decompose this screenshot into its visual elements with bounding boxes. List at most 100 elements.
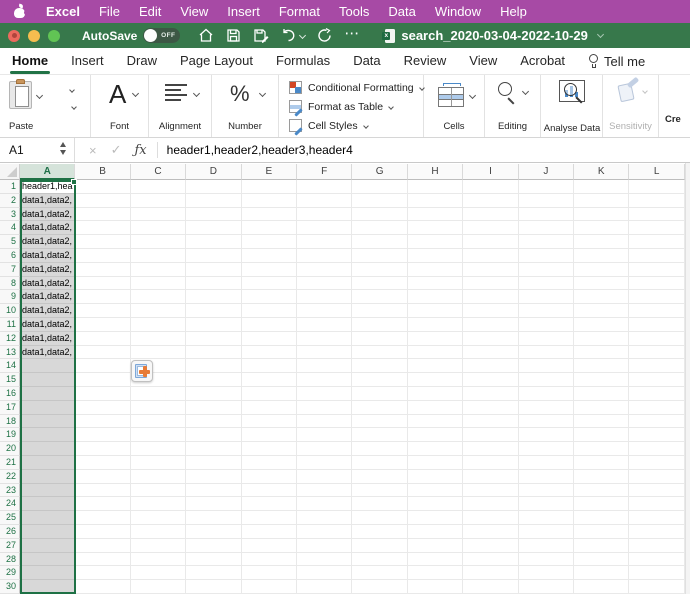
cell-H26[interactable] [408, 525, 463, 539]
cell-E6[interactable] [242, 249, 297, 263]
cell-J21[interactable] [519, 456, 574, 470]
cell-J8[interactable] [519, 277, 574, 291]
cell-K21[interactable] [574, 456, 629, 470]
cell-K19[interactable] [574, 428, 629, 442]
cell-H17[interactable] [408, 401, 463, 415]
menu-window[interactable]: Window [435, 4, 481, 19]
cell-G21[interactable] [352, 456, 407, 470]
cell-L14[interactable] [629, 359, 684, 373]
cell-F11[interactable] [297, 318, 352, 332]
row-header-6[interactable]: 6 [0, 249, 20, 263]
cell-A17[interactable] [20, 401, 75, 415]
cell-G3[interactable] [352, 208, 407, 222]
fullscreen-button[interactable] [48, 30, 60, 42]
cell-K6[interactable] [574, 249, 629, 263]
cell-I14[interactable] [463, 359, 518, 373]
cell-E30[interactable] [242, 580, 297, 594]
row-header-22[interactable]: 22 [0, 470, 20, 484]
cell-C5[interactable] [131, 235, 186, 249]
column-header-A[interactable]: A [20, 164, 75, 180]
row-header-20[interactable]: 20 [0, 442, 20, 456]
cell-E21[interactable] [242, 456, 297, 470]
cell-H25[interactable] [408, 511, 463, 525]
cell-B21[interactable] [75, 456, 130, 470]
cell-A21[interactable] [20, 456, 75, 470]
cell-I3[interactable] [463, 208, 518, 222]
cell-D19[interactable] [186, 428, 241, 442]
cell-H1[interactable] [408, 180, 463, 194]
row-header-13[interactable]: 13 [0, 346, 20, 360]
cell-C10[interactable] [131, 304, 186, 318]
cell-D15[interactable] [186, 373, 241, 387]
cell-G23[interactable] [352, 484, 407, 498]
cell-B11[interactable] [75, 318, 130, 332]
cell-I8[interactable] [463, 277, 518, 291]
cell-E2[interactable] [242, 194, 297, 208]
cell-H28[interactable] [408, 553, 463, 567]
cell-K11[interactable] [574, 318, 629, 332]
cell-L6[interactable] [629, 249, 684, 263]
cell-F25[interactable] [297, 511, 352, 525]
cell-J17[interactable] [519, 401, 574, 415]
cells-group[interactable]: Cells [424, 75, 485, 137]
cell-I16[interactable] [463, 387, 518, 401]
cell-C20[interactable] [131, 442, 186, 456]
row-header-2[interactable]: 2 [0, 194, 20, 208]
cell-J30[interactable] [519, 580, 574, 594]
row-header-5[interactable]: 5 [0, 235, 20, 249]
cell-H21[interactable] [408, 456, 463, 470]
cell-E15[interactable] [242, 373, 297, 387]
cell-K2[interactable] [574, 194, 629, 208]
cell-A14[interactable] [20, 359, 75, 373]
cell-A12[interactable]: data1,data2, [20, 332, 75, 346]
row-header-23[interactable]: 23 [0, 484, 20, 498]
cell-E11[interactable] [242, 318, 297, 332]
cell-A27[interactable] [20, 539, 75, 553]
cell-A5[interactable]: data1,data2, [20, 235, 75, 249]
format-as-table-button[interactable]: Format as Table [289, 100, 393, 113]
row-header-21[interactable]: 21 [0, 456, 20, 470]
cell-K26[interactable] [574, 525, 629, 539]
cell-F28[interactable] [297, 553, 352, 567]
cell-K15[interactable] [574, 373, 629, 387]
cell-A3[interactable]: data1,data2, [20, 208, 75, 222]
tab-data[interactable]: Data [353, 49, 380, 74]
cell-A4[interactable]: data1,data2, [20, 221, 75, 235]
cell-H29[interactable] [408, 566, 463, 580]
cell-A7[interactable]: data1,data2, [20, 263, 75, 277]
cell-L12[interactable] [629, 332, 684, 346]
cell-L8[interactable] [629, 277, 684, 291]
cell-A29[interactable] [20, 566, 75, 580]
cell-J4[interactable] [519, 221, 574, 235]
cell-K10[interactable] [574, 304, 629, 318]
cell-G20[interactable] [352, 442, 407, 456]
cell-B7[interactable] [75, 263, 130, 277]
cell-K1[interactable] [574, 180, 629, 194]
cell-C30[interactable] [131, 580, 186, 594]
cell-B15[interactable] [75, 373, 130, 387]
cell-A19[interactable] [20, 428, 75, 442]
cell-C7[interactable] [131, 263, 186, 277]
cell-J7[interactable] [519, 263, 574, 277]
cell-F19[interactable] [297, 428, 352, 442]
cell-L2[interactable] [629, 194, 684, 208]
cell-I4[interactable] [463, 221, 518, 235]
cell-D20[interactable] [186, 442, 241, 456]
cell-I19[interactable] [463, 428, 518, 442]
select-all-button[interactable] [0, 164, 20, 180]
cell-G16[interactable] [352, 387, 407, 401]
cell-A16[interactable] [20, 387, 75, 401]
cell-E3[interactable] [242, 208, 297, 222]
cell-I27[interactable] [463, 539, 518, 553]
cell-L11[interactable] [629, 318, 684, 332]
cell-A25[interactable] [20, 511, 75, 525]
cell-F6[interactable] [297, 249, 352, 263]
cell-C16[interactable] [131, 387, 186, 401]
cell-D14[interactable] [186, 359, 241, 373]
column-header-D[interactable]: D [186, 164, 241, 180]
close-button[interactable] [8, 30, 20, 42]
save-as-icon[interactable] [253, 28, 269, 43]
create-pdf-group[interactable]: Cre [659, 75, 690, 137]
cell-J5[interactable] [519, 235, 574, 249]
cell-H20[interactable] [408, 442, 463, 456]
